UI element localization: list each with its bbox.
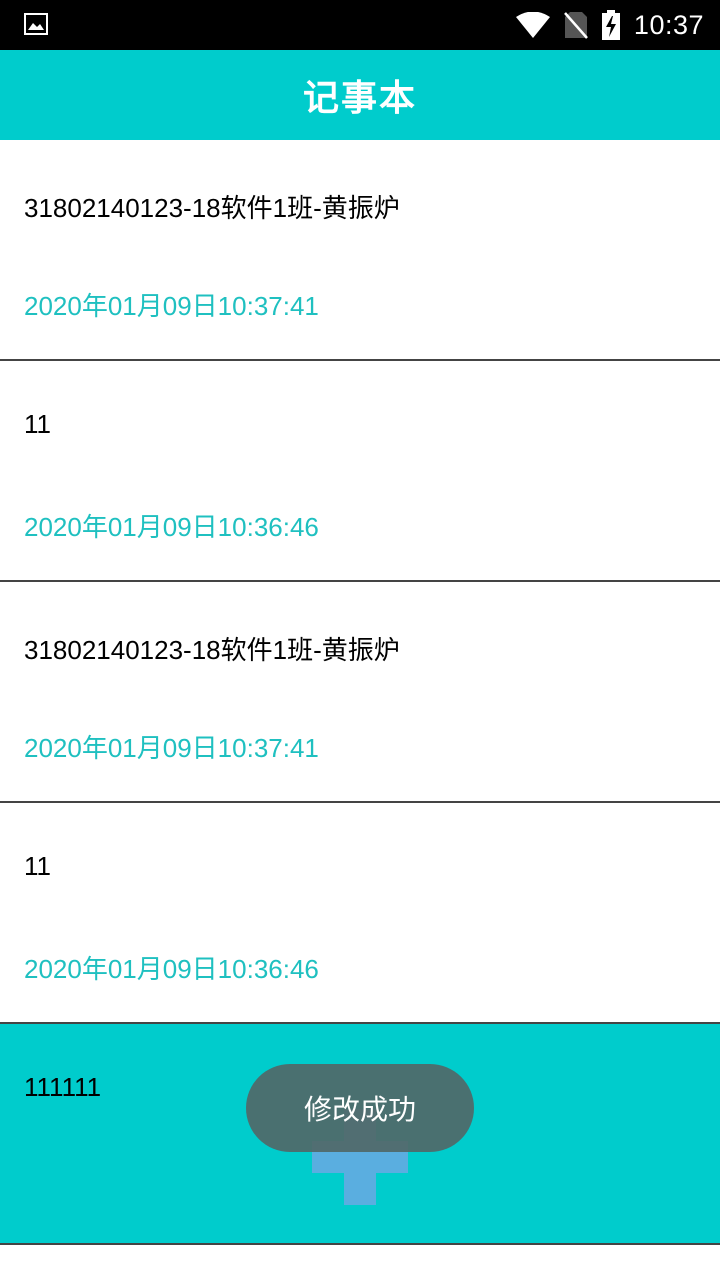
list-item[interactable]: 11 2020年01月09日10:36:46: [0, 803, 720, 1024]
status-time: 10:37: [633, 9, 704, 40]
note-time: 2020年01月09日10:37:41: [24, 291, 319, 321]
no-sim-icon: [563, 12, 588, 39]
status-bar: 10:37: [0, 0, 720, 50]
toast-message: 修改成功: [246, 1064, 474, 1152]
note-time: 2020年01月09日10:36:46: [24, 512, 319, 542]
app-bar: 记事本: [0, 50, 720, 140]
list-item[interactable]: 31802140123-18软件1班-黄振炉 2020年01月09日10:37:…: [0, 140, 720, 361]
note-title: 11: [24, 851, 51, 881]
page-title: 记事本: [302, 78, 417, 119]
note-title: 31802140123-18软件1班-黄振炉: [24, 193, 400, 223]
note-title: 111111: [24, 1072, 102, 1102]
toast-text: 修改成功: [303, 1093, 416, 1126]
battery-charging-icon: [601, 10, 620, 40]
image-icon: [24, 13, 48, 35]
list-item[interactable]: 31802140123-18软件1班-黄振炉 2020年01月09日10:37:…: [0, 582, 720, 803]
list-item[interactable]: 11 2020年01月09日10:36:46: [0, 361, 720, 582]
wifi-icon: [515, 12, 550, 38]
note-time: 2020年01月09日10:36:46: [24, 954, 319, 984]
note-title: 31802140123-18软件1班-黄振炉: [24, 635, 400, 665]
note-time: 2020年01月09日10:37:41: [24, 733, 319, 763]
note-title: 11: [24, 409, 51, 439]
